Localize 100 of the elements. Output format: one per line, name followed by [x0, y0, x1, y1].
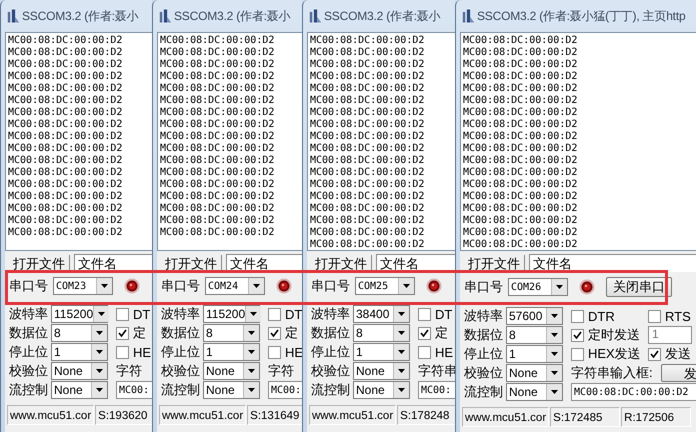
- caret-icon: [93, 306, 110, 322]
- log-line: MC00:08:DC:00:00:D2: [8, 179, 124, 191]
- log-line: MC00:08:DC:00:00:D2: [160, 143, 276, 155]
- checkbox[interactable]: [648, 348, 661, 360]
- setting-select[interactable]: 38400: [353, 305, 410, 323]
- checkbox[interactable]: [116, 308, 129, 320]
- setting-select[interactable]: None: [51, 381, 108, 399]
- checkbox[interactable]: [116, 326, 129, 340]
- setting-select[interactable]: 8: [506, 326, 563, 344]
- status-light-icon: [276, 278, 292, 294]
- log-line: MC00:08:DC:00:00:D2: [160, 227, 276, 239]
- caret-icon: [91, 382, 107, 398]
- caret-icon: [546, 384, 562, 400]
- input-label: 字符: [116, 362, 142, 380]
- log-line: MC00:08:DC:00:00:D2: [8, 83, 124, 95]
- setting-select[interactable]: None: [506, 383, 563, 401]
- checkbox[interactable]: [571, 310, 584, 322]
- checkbox[interactable]: [268, 308, 281, 320]
- setting-select[interactable]: 8: [203, 324, 260, 342]
- checkbox[interactable]: [268, 346, 281, 358]
- status-light-icon: [579, 279, 595, 295]
- checkbox[interactable]: [268, 326, 281, 340]
- string-input-field[interactable]: MC00:08:DC:00:00:D2: [571, 383, 696, 401]
- status-light-icon: [426, 278, 442, 294]
- checkbox[interactable]: [571, 348, 584, 360]
- caret-icon: [243, 363, 259, 379]
- log-line: MC00:08:DC:00:00:D2: [160, 131, 276, 143]
- caret-icon: [91, 325, 107, 341]
- checkbox-label: HEX发送: [588, 345, 641, 363]
- log-line: MC00:08:DC:00:00:D2: [463, 203, 578, 215]
- log-line: MC00:08:DC:00:00:D2: [160, 119, 276, 131]
- log-line: MC00:08:DC:00:00:D2: [310, 83, 426, 95]
- setting-label: 停止位: [464, 345, 503, 363]
- log-line: MC00:08:DC:00:00:D2: [8, 143, 124, 155]
- status-light-icon: [124, 278, 140, 294]
- checkbox[interactable]: [418, 326, 431, 340]
- caret-icon: [398, 278, 414, 294]
- caret-icon: [245, 306, 262, 322]
- caret-icon: [91, 344, 107, 360]
- checkbox[interactable]: [418, 346, 431, 358]
- string-input-field[interactable]: MC00:: [268, 381, 302, 399]
- status-text: R:172506: [621, 407, 692, 427]
- setting-select[interactable]: None: [353, 381, 410, 399]
- log-line: MC00:08:DC:00:00:D2: [8, 71, 124, 83]
- caret-icon: [393, 344, 409, 360]
- checkbox-label: DT: [285, 306, 302, 322]
- caret-icon: [546, 365, 562, 381]
- log-line: MC00:08:DC:00:00:D2: [8, 47, 124, 59]
- setting-select[interactable]: 1: [203, 343, 260, 361]
- port-select[interactable]: COM26: [508, 278, 568, 296]
- setting-label: 数据位: [464, 326, 503, 344]
- checkbox[interactable]: [116, 346, 129, 358]
- checkbox[interactable]: [648, 310, 661, 322]
- setting-select[interactable]: 115200: [203, 305, 260, 323]
- log-line: MC00:08:DC:00:00:D2: [8, 95, 124, 107]
- filename-field[interactable]: 文件名: [529, 254, 696, 272]
- setting-label: 波特率: [311, 305, 350, 323]
- close-port-button[interactable]: 关闭串口: [606, 277, 672, 297]
- port-label: 串口号: [161, 277, 200, 295]
- setting-select[interactable]: None: [353, 362, 410, 380]
- log-line: MC00:08:DC:00:00:D2: [160, 59, 276, 71]
- setting-select[interactable]: 1: [51, 343, 108, 361]
- setting-select[interactable]: 1: [353, 343, 410, 361]
- log-line: MC00:08:DC:00:00:D2: [8, 59, 124, 71]
- log-line: MC00:08:DC:00:00:D2: [160, 215, 276, 227]
- setting-select[interactable]: 8: [51, 324, 108, 342]
- setting-select[interactable]: None: [203, 381, 260, 399]
- log-line: MC00:08:DC:00:00:D2: [463, 227, 578, 239]
- string-input-field[interactable]: MC00:: [418, 381, 455, 399]
- checkbox[interactable]: [571, 328, 584, 342]
- setting-label: 校验位: [311, 362, 350, 380]
- string-input-field[interactable]: MC00:: [116, 381, 152, 399]
- setting-select[interactable]: 8: [353, 324, 410, 342]
- caret-icon: [546, 327, 562, 343]
- log-line: MC00:08:DC:00:00:D2: [310, 35, 426, 47]
- caret-icon: [546, 346, 562, 362]
- setting-label: 停止位: [9, 343, 48, 361]
- setting-select[interactable]: None: [51, 362, 108, 380]
- port-select[interactable]: COM24: [205, 277, 265, 295]
- caret-icon: [91, 363, 107, 379]
- log-line: MC00:08:DC:00:00:D2: [8, 191, 124, 203]
- setting-select[interactable]: None: [506, 364, 563, 382]
- log-line: MC00:08:DC:00:00:D2: [310, 227, 426, 239]
- app-icon: [159, 8, 172, 24]
- setting-select[interactable]: 57600: [506, 307, 563, 325]
- input-label: 字符串输入框:: [571, 364, 653, 382]
- setting-select[interactable]: None: [203, 362, 260, 380]
- checkbox[interactable]: [418, 308, 431, 320]
- setting-label: 停止位: [161, 343, 200, 361]
- setting-label: 数据位: [311, 324, 350, 342]
- setting-select[interactable]: 1: [506, 345, 563, 363]
- setting-label: 停止位: [311, 343, 350, 361]
- port-select[interactable]: COM25: [355, 277, 415, 295]
- log-line: MC00:08:DC:00:00:D2: [463, 143, 578, 155]
- log-line: MC00:08:DC:00:00:D2: [463, 179, 578, 191]
- window-title: SSCOM3.2 (作者:聂小猛(丁丁), 主页http: [477, 8, 686, 24]
- window-title: SSCOM3.2 (作者:聂小: [22, 8, 138, 24]
- port-select[interactable]: COM23: [53, 277, 113, 295]
- caret-icon: [393, 306, 409, 322]
- setting-select[interactable]: 115200: [51, 305, 108, 323]
